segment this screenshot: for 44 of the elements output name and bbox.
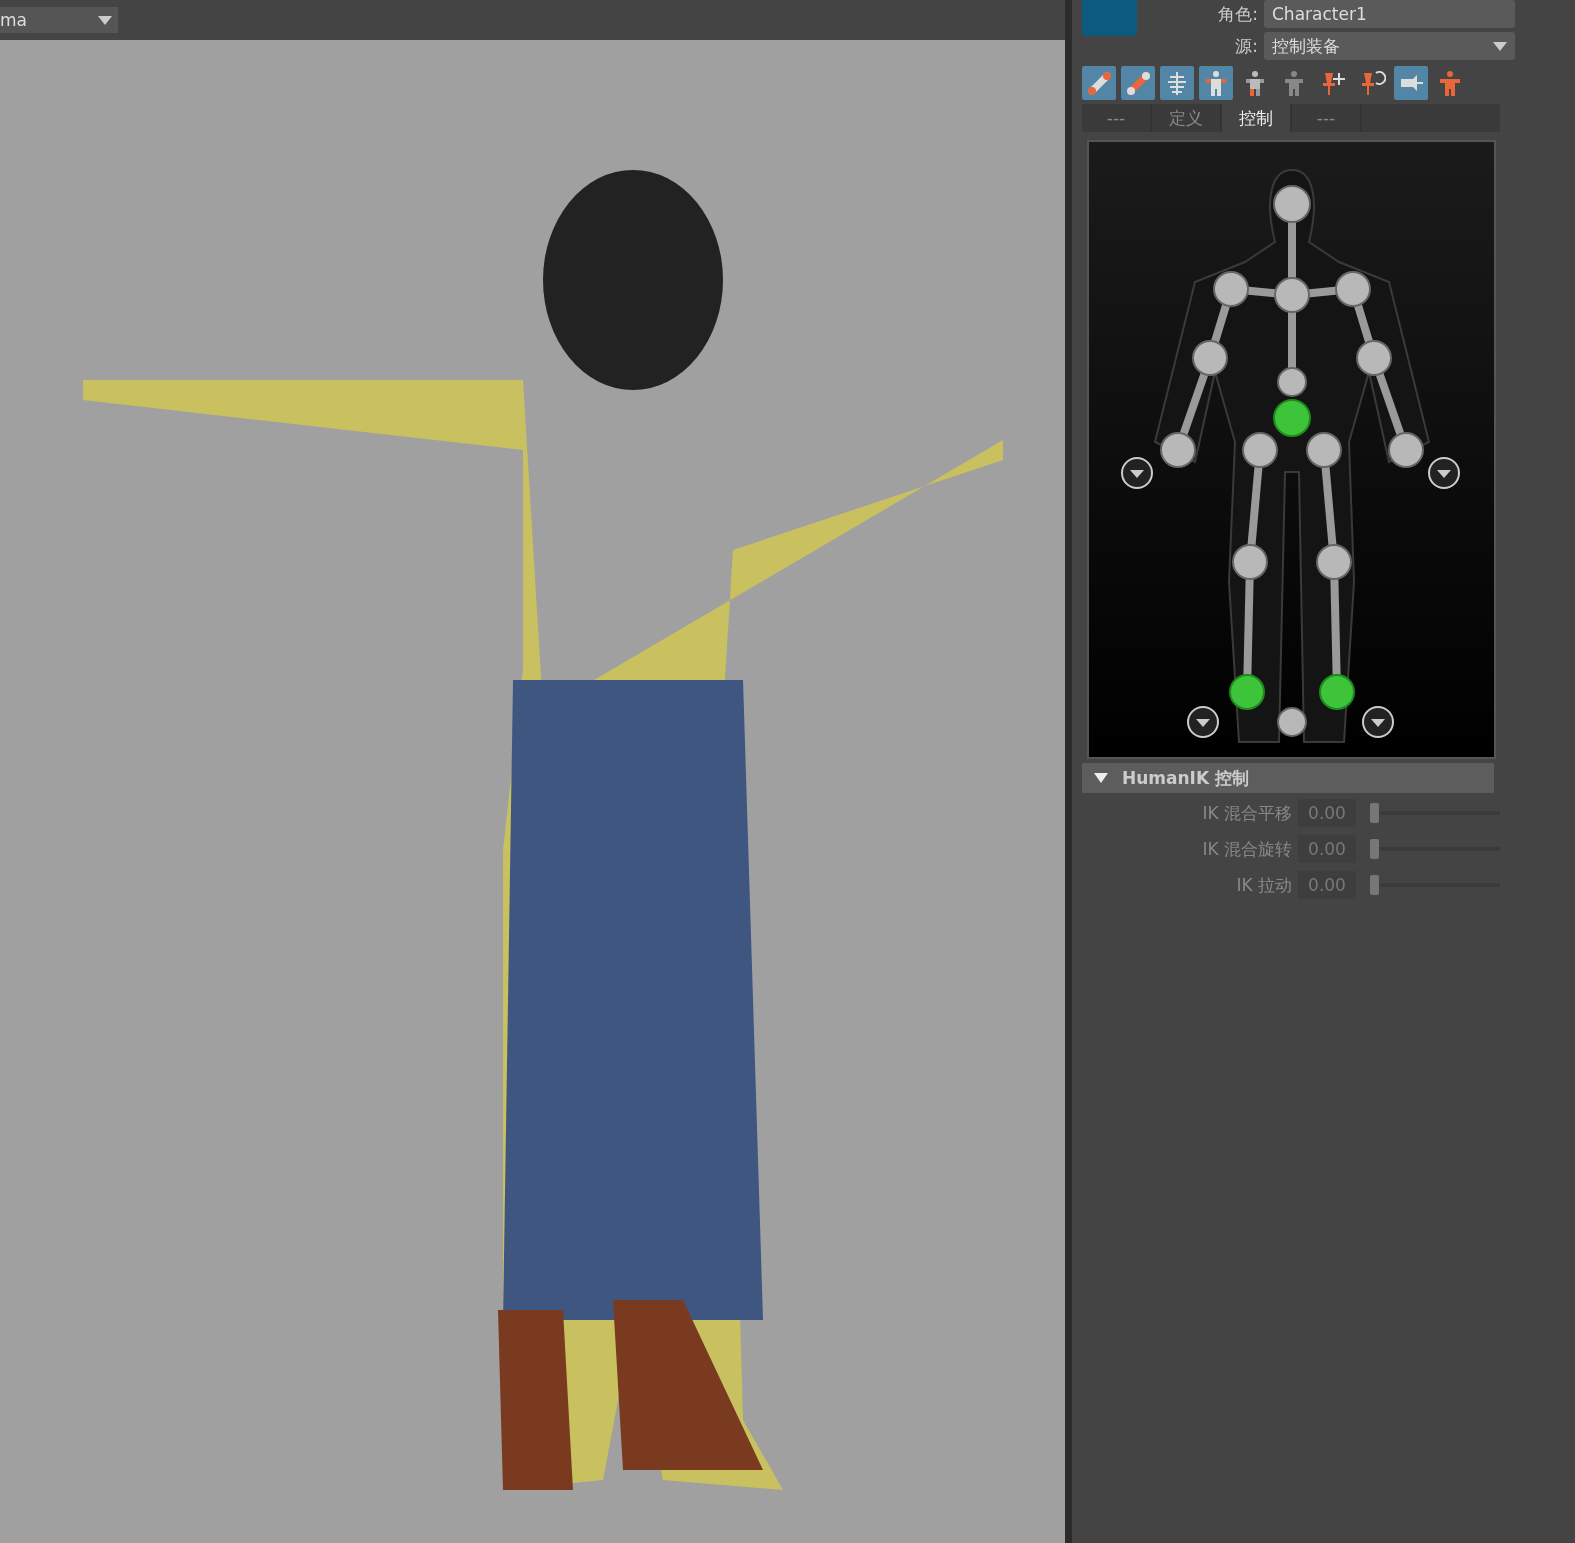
joint-node[interactable]	[1277, 367, 1307, 397]
value-field[interactable]: 0.00	[1298, 799, 1356, 827]
source-dropdown[interactable]: 控制装备	[1264, 32, 1515, 60]
dropdown-circle-icon[interactable]	[1428, 457, 1460, 489]
joint-node[interactable]	[1306, 432, 1342, 468]
joint-node[interactable]	[1229, 674, 1265, 710]
joint-node[interactable]	[1213, 271, 1249, 307]
slider-label: IK 拉动	[1235, 873, 1292, 897]
bone-icon	[1085, 69, 1113, 97]
character-label: 角色:	[1217, 2, 1258, 26]
character-dropdown[interactable]: Character1	[1264, 0, 1515, 28]
dropdown-circle-icon[interactable]	[1362, 706, 1394, 738]
joint-node[interactable]	[1319, 674, 1355, 710]
joint-node[interactable]	[1232, 544, 1268, 580]
joint-node[interactable]	[1356, 340, 1392, 376]
slider-label: IK 混合旋转	[1201, 837, 1292, 861]
section-title: HumanIK 控制	[1122, 766, 1250, 790]
caret-icon	[1493, 41, 1507, 51]
slider-thumb[interactable]	[1370, 803, 1379, 823]
dropdown-circle-icon[interactable]	[1121, 457, 1153, 489]
toolbar-button[interactable]	[1121, 66, 1155, 100]
joint-node[interactable]	[1273, 185, 1311, 223]
joint-node[interactable]	[1160, 432, 1196, 468]
slider-thumb[interactable]	[1370, 839, 1379, 859]
camera-dropdown[interactable]: ma	[0, 7, 118, 33]
joint-node[interactable]	[1242, 432, 1278, 468]
joint-node[interactable]	[1316, 544, 1352, 580]
joint-node[interactable]	[1274, 277, 1310, 313]
joint-node[interactable]	[1335, 271, 1371, 307]
caret-icon	[98, 15, 112, 25]
joint-node[interactable]	[1273, 399, 1311, 437]
bone-icon	[1124, 69, 1152, 97]
joint-node[interactable]	[1388, 432, 1424, 468]
source-label: 源:	[1234, 34, 1258, 58]
slider-thumb[interactable]	[1370, 875, 1379, 895]
toolbar-button[interactable]	[1082, 66, 1116, 100]
tab[interactable]: 控制	[1222, 104, 1292, 132]
value-field[interactable]: 0.00	[1298, 835, 1356, 863]
joint-node[interactable]	[1192, 340, 1228, 376]
section-header[interactable]: HumanIK 控制	[1082, 763, 1494, 793]
joint-node[interactable]	[1277, 707, 1307, 737]
value-field[interactable]: 0.00	[1298, 871, 1356, 899]
slider-label: IK 混合平移	[1201, 801, 1292, 825]
dropdown-circle-icon[interactable]	[1187, 706, 1219, 738]
